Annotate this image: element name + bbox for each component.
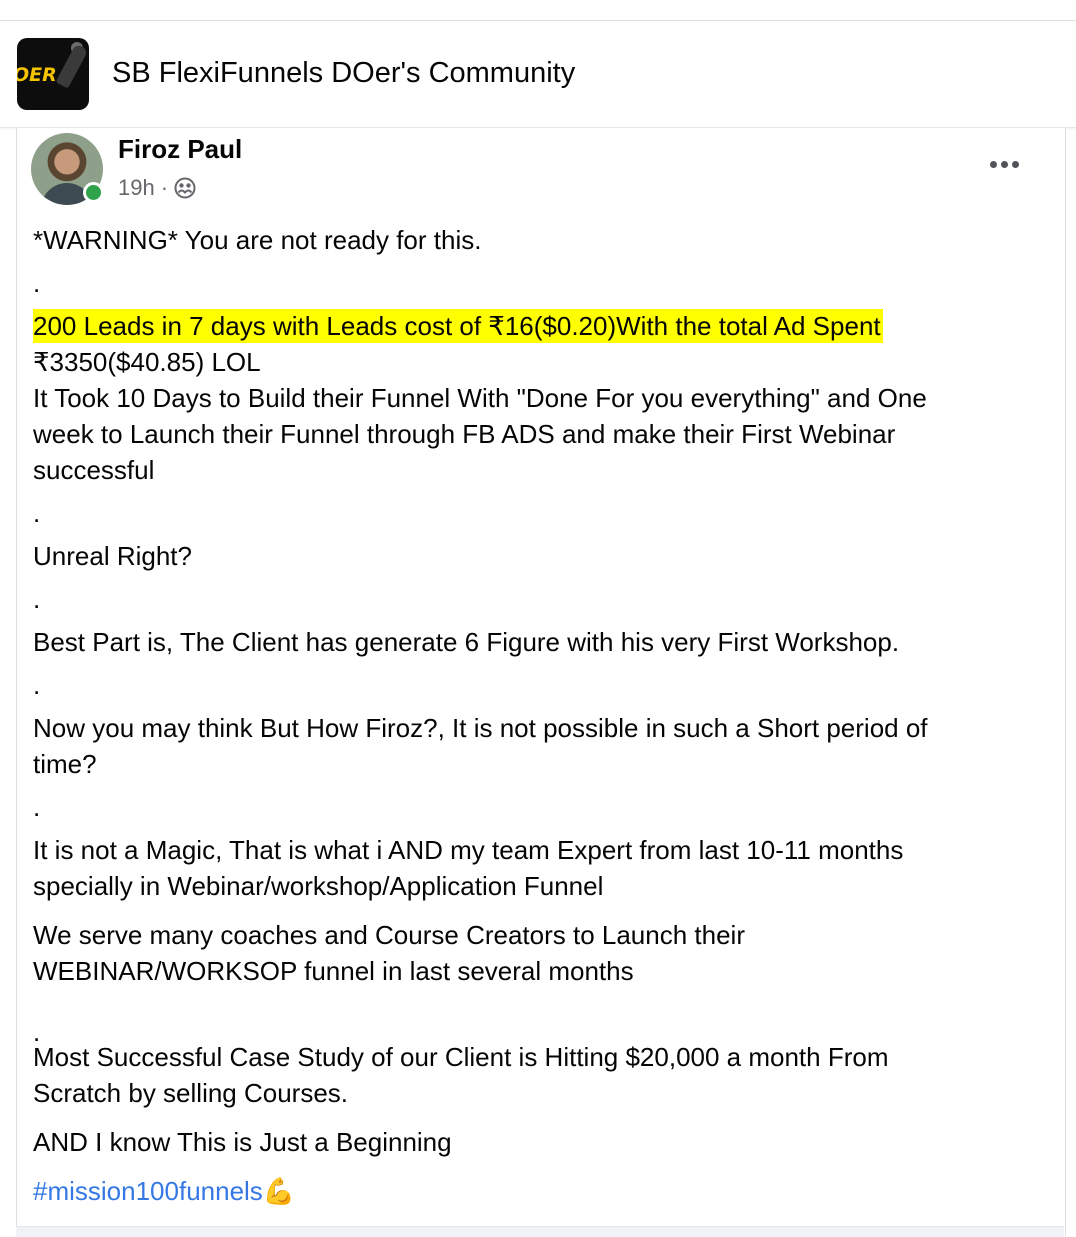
post-line-highlighted: 200 Leads in 7 days with Leads cost of ₹… [33,308,1033,344]
post-line: AND I know This is Just a Beginning [33,1127,452,1157]
post-line: It is not a Magic, That is what i AND my… [33,835,904,865]
post-line: We serve many coaches and Course Creator… [33,920,745,950]
post-timestamp[interactable]: 19h [118,175,155,201]
post-line: successful [33,455,155,485]
logo-text: OER [17,64,57,86]
post-dot-line: . [33,1017,41,1047]
group-audience-icon[interactable] [174,177,196,199]
more-dot-icon [1011,160,1019,168]
post-dot-line: . [33,498,41,528]
post-dot-line: . [33,792,41,822]
more-options-button[interactable] [984,148,1024,180]
post-footer-divider [16,1226,1064,1237]
post-line: *WARNING* You are not ready for this. [33,225,482,255]
post-line: specially in Webinar/workshop/Applicatio… [33,871,604,901]
post-dot-line: . [33,584,41,614]
post-dot-line: . [33,268,41,298]
more-dot-icon [989,160,997,168]
post-line: Most Successful Case Study of our Client… [33,1042,889,1072]
flexed-biceps-icon: 💪 [262,1176,296,1206]
post-line: Scratch by selling Courses. [33,1078,349,1108]
highlighted-text: 200 Leads in 7 days with Leads cost of ₹… [33,309,883,343]
group-logo[interactable]: OER [17,38,89,110]
post-line: Unreal Right? [33,541,192,571]
group-header: OER SB FlexiFunnels DOer's Community [0,21,1076,128]
logo-figure [55,43,89,89]
top-divider [0,0,1076,21]
post-line: week to Launch their Funnel through FB A… [33,419,896,449]
post-line: ₹3350($40.85) LOL [33,347,261,377]
post-line: Best Part is, The Client has generate 6 … [33,627,900,657]
post-text: *WARNING* You are not ready for this. . … [33,222,1033,1209]
meta-separator: · [160,175,169,200]
more-dot-icon [1000,160,1008,168]
post-dot-line: . [33,670,41,700]
author-name[interactable]: Firoz Paul [118,134,242,165]
post-line: It Took 10 Days to Build their Funnel Wi… [33,383,927,413]
hashtag-link[interactable]: #mission100funnels [33,1176,263,1206]
post-line: WEBINAR/WORKSOP funnel in last several m… [33,956,634,986]
post-line: Now you may think But How Firoz?, It is … [33,713,928,743]
post-line: time? [33,749,97,779]
hashtag-line: #mission100funnels💪 [33,1173,1033,1209]
post-meta: 19h · [118,174,196,202]
online-status-dot [83,182,104,203]
group-name[interactable]: SB FlexiFunnels DOer's Community [112,57,575,90]
